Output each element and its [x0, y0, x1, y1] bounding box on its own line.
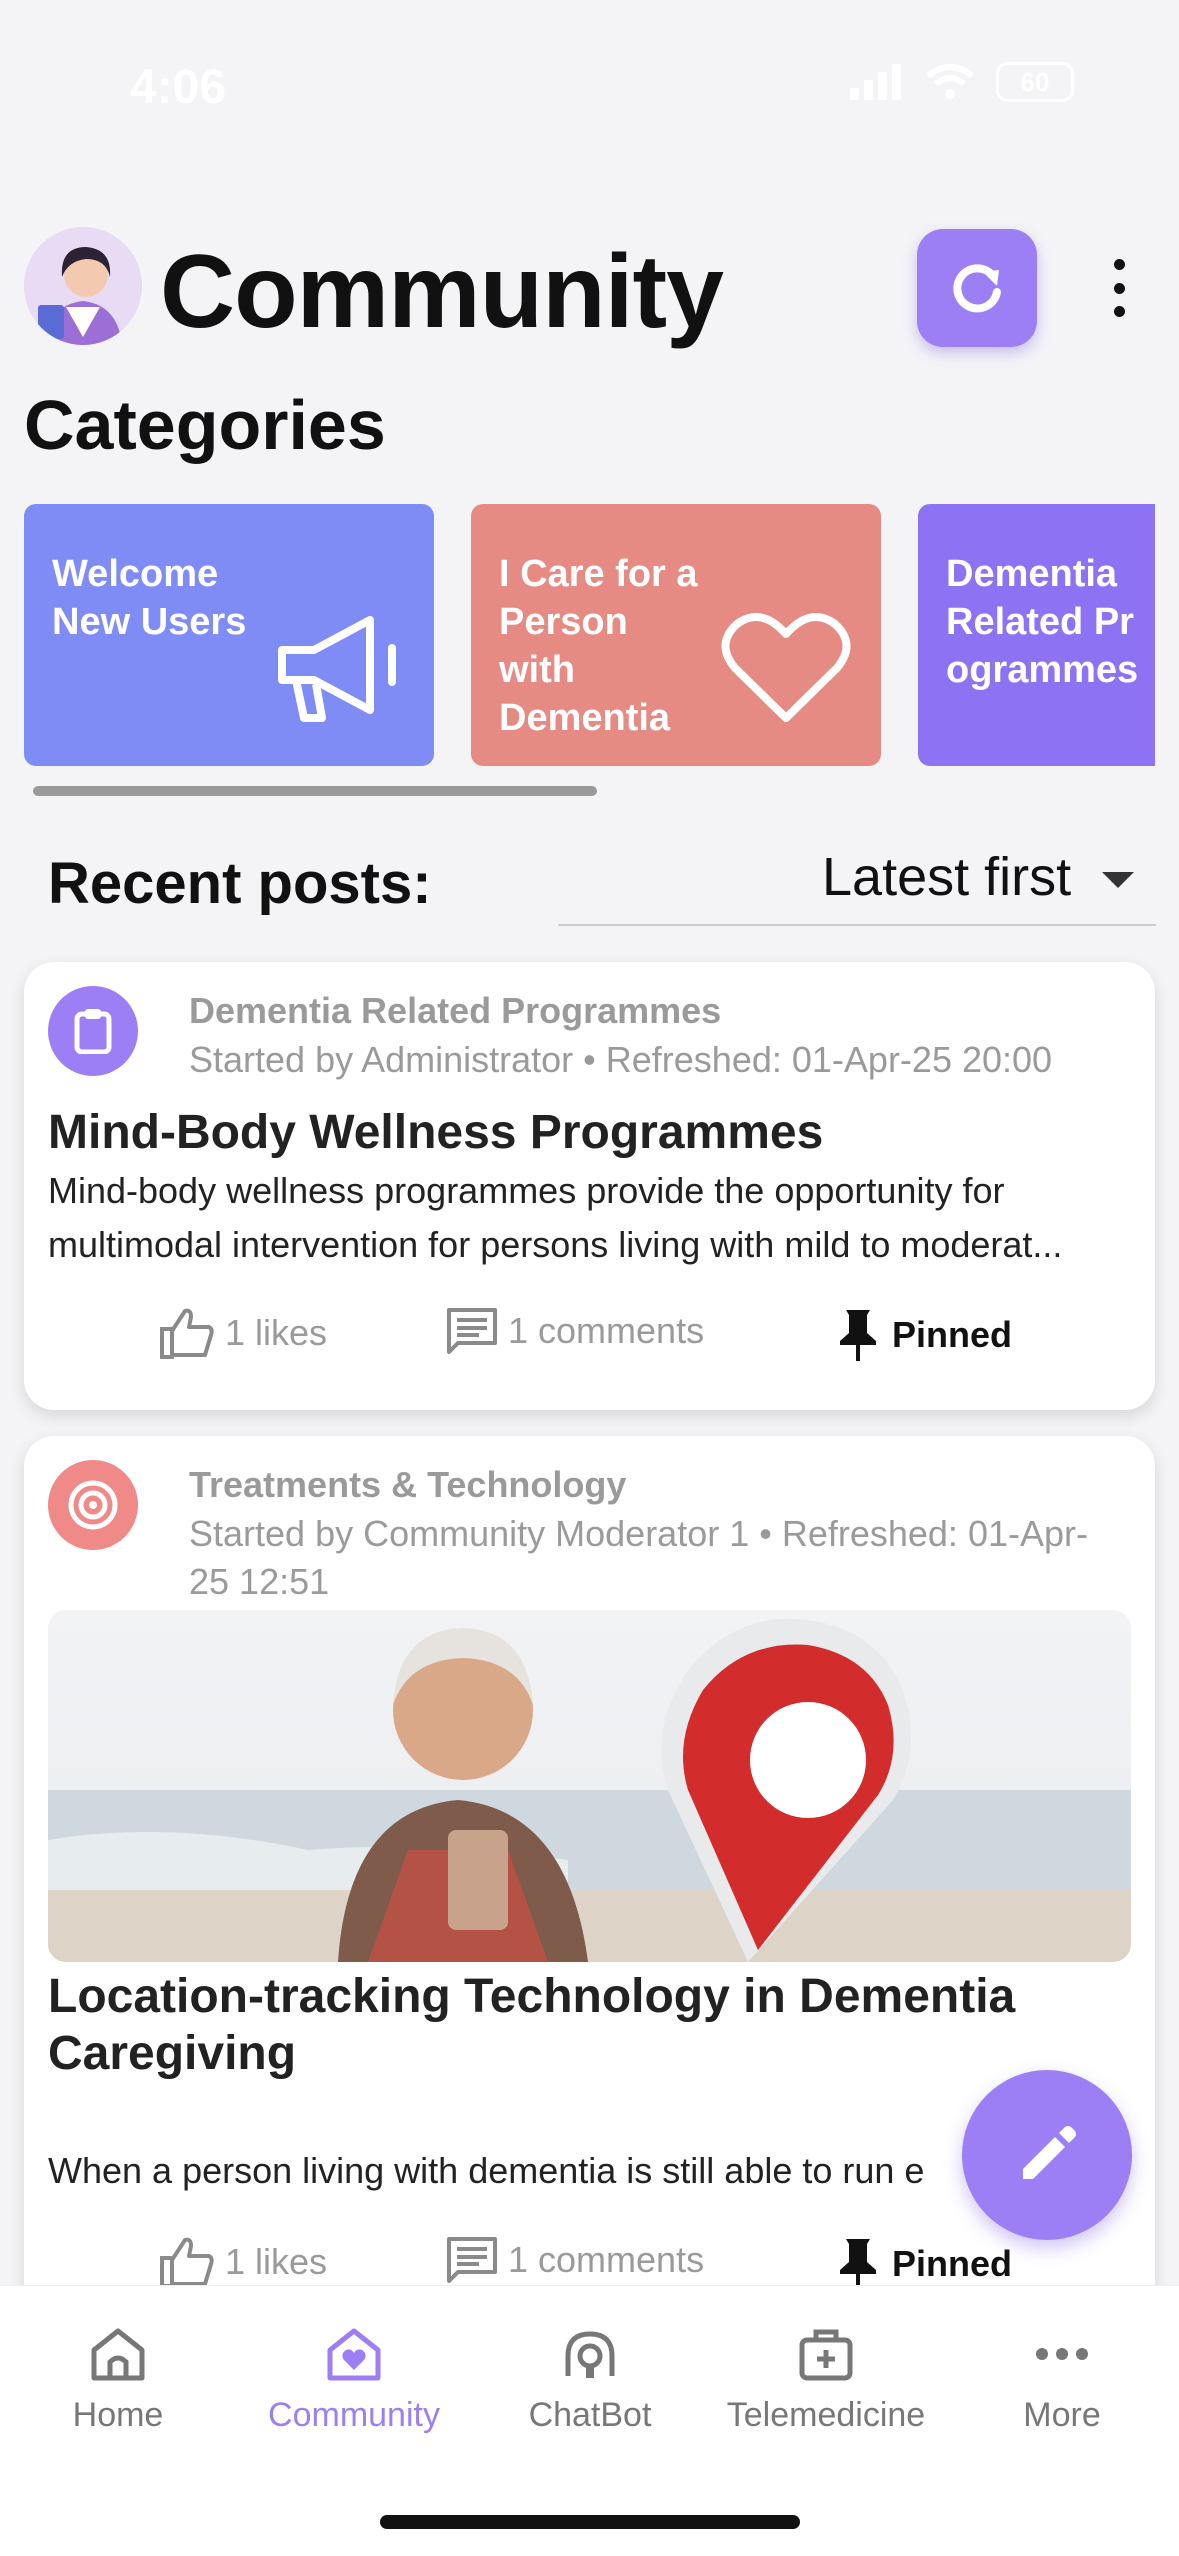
- status-time: 4:06: [130, 61, 227, 114]
- likes-count: 1 likes: [225, 2241, 328, 2282]
- nav-label: Telemedicine: [726, 2396, 926, 2434]
- nav-home[interactable]: Home: [0, 2324, 236, 2435]
- nav-community[interactable]: Community: [236, 2324, 472, 2435]
- post-meta: Started by Administrator • Refreshed: 01…: [189, 1039, 1053, 1080]
- category-card-care[interactable]: I Care for a Person with Dementia: [471, 504, 881, 766]
- nav-label: Home: [72, 2396, 164, 2434]
- category-label: Welcome New Users: [52, 553, 247, 643]
- pin-icon: [840, 2239, 876, 2290]
- page-title: Community: [160, 234, 724, 350]
- status-bar: 4:06 60: [0, 0, 1179, 170]
- pinned-badge: Pinned: [834, 2236, 1012, 2292]
- nav-label: ChatBot: [528, 2396, 652, 2434]
- post-category: Treatments & Technology: [189, 1464, 627, 1505]
- refresh-button[interactable]: [917, 229, 1037, 347]
- nav-telemedicine[interactable]: Telemedicine: [708, 2324, 944, 2435]
- post-actions: 1 likes 1 comments Pinned: [24, 1307, 1155, 1377]
- like-button[interactable]: 1 likes: [159, 1307, 327, 1359]
- like-button[interactable]: 1 likes: [159, 2236, 327, 2288]
- kebab-dot: [1113, 259, 1125, 270]
- signal-icon: [850, 64, 901, 100]
- categories-carousel[interactable]: Welcome New Users I Care for a Person wi…: [24, 504, 1155, 766]
- target-icon: [48, 1460, 138, 1550]
- nav-more[interactable]: More: [944, 2324, 1179, 2435]
- comment-icon: [447, 1308, 497, 1354]
- pin-icon: [840, 1310, 876, 1361]
- post-title: Mind-Body Wellness Programmes: [48, 1106, 824, 1159]
- category-card-welcome[interactable]: Welcome New Users: [24, 504, 434, 766]
- pinned-badge: Pinned: [834, 1307, 1012, 1363]
- sort-value: Latest first: [822, 847, 1072, 907]
- nav-chatbot[interactable]: ChatBot: [472, 2324, 708, 2435]
- kebab-dot: [1113, 306, 1125, 317]
- post-excerpt: When a person living with dementia is st…: [48, 2150, 925, 2191]
- header: Community: [24, 225, 1155, 355]
- thumbs-up-icon: [160, 2237, 214, 2288]
- category-label: Dementia Related Pr ogrammes: [946, 553, 1139, 691]
- likes-count: 1 likes: [225, 1312, 328, 1353]
- community-icon: [327, 2328, 381, 2381]
- post-meta: Started by Community Moderator 1 • Refre…: [189, 1513, 1088, 1602]
- comment-icon: [447, 2237, 497, 2283]
- home-icon: [91, 2328, 145, 2381]
- home-indicator: [380, 2515, 800, 2529]
- category-card-dementia-programmes[interactable]: Dementia Related Pr ogrammes: [918, 504, 1155, 766]
- pinned-label: Pinned: [892, 2243, 1013, 2284]
- post-excerpt: Mind-body wellness programmes provide th…: [48, 1170, 1063, 1265]
- comments-count: 1 comments: [508, 2239, 705, 2280]
- post-title: Location-tracking Technology in Dementia…: [48, 1970, 1016, 2080]
- carousel-scroll-indicator: [33, 786, 597, 796]
- avatar[interactable]: [24, 227, 142, 345]
- comment-button[interactable]: 1 comments: [446, 1307, 704, 1355]
- post-category: Dementia Related Programmes: [189, 990, 722, 1031]
- compose-post-button[interactable]: [962, 2070, 1132, 2240]
- post-card[interactable]: Dementia Related Programmes Started by A…: [24, 962, 1155, 1410]
- chatbot-icon: [565, 2331, 615, 2378]
- comment-button[interactable]: 1 comments: [446, 2236, 704, 2284]
- heart-icon: [721, 612, 851, 722]
- post-image: [48, 1610, 1131, 1962]
- comments-count: 1 comments: [508, 1310, 705, 1351]
- nav-label: More: [1023, 2396, 1101, 2434]
- category-label: I Care for a Person with Dementia: [499, 553, 698, 739]
- telemedicine-icon: [799, 2329, 853, 2381]
- megaphone-icon: [278, 616, 396, 722]
- nav-label: Community: [268, 2396, 440, 2434]
- recent-posts-title: Recent posts:: [48, 851, 432, 916]
- more-icon: [1036, 2348, 1088, 2360]
- pencil-icon: [1023, 2126, 1076, 2179]
- refresh-icon: [953, 264, 1001, 313]
- chevron-down-icon: [1102, 872, 1134, 888]
- status-icons: 60: [850, 62, 1074, 102]
- more-options-button[interactable]: [1094, 253, 1144, 323]
- pinned-label: Pinned: [892, 1314, 1013, 1355]
- categories-title: Categories: [24, 386, 386, 464]
- battery-icon: 60: [996, 62, 1074, 102]
- thumbs-up-icon: [160, 1308, 214, 1359]
- clipboard-icon: [48, 986, 138, 1076]
- kebab-dot: [1113, 282, 1125, 294]
- sort-dropdown[interactable]: Latest first: [558, 840, 1156, 926]
- wifi-icon: [926, 64, 974, 99]
